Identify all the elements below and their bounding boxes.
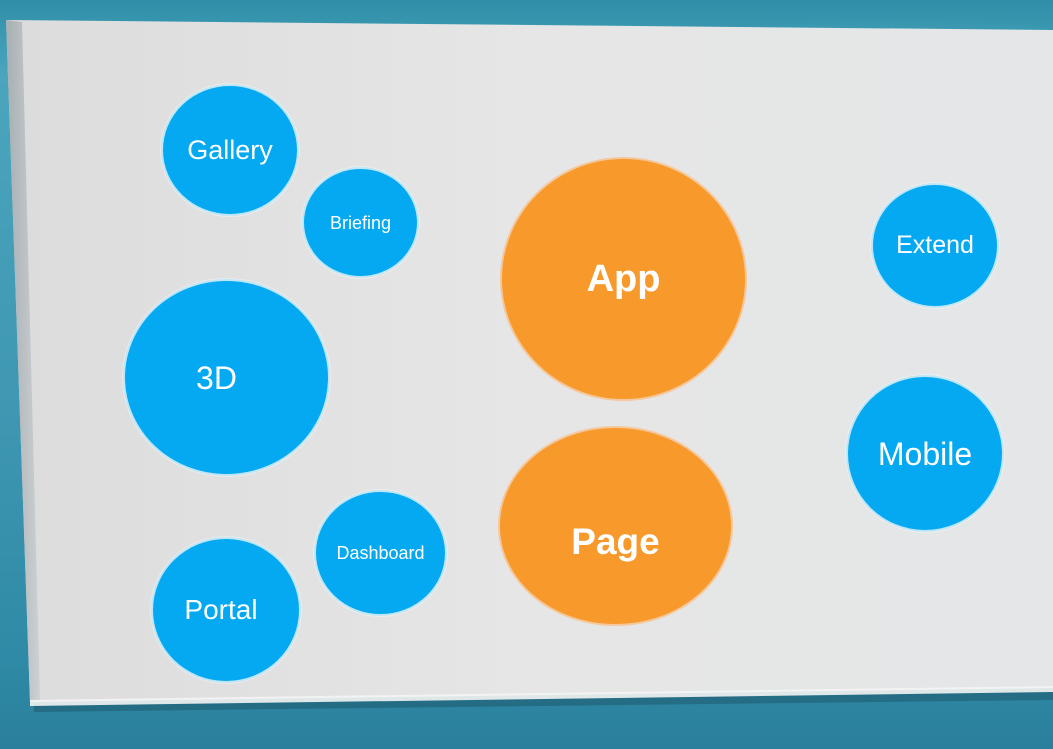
page-label: Page bbox=[571, 520, 660, 562]
dashboard-label: Dashboard bbox=[336, 543, 425, 563]
gallery-bubble[interactable]: Gallery bbox=[161, 84, 299, 216]
extend-label: Extend bbox=[896, 231, 974, 259]
briefing-label: Briefing bbox=[329, 212, 392, 233]
three-d-bubble[interactable]: 3D bbox=[123, 279, 330, 476]
portal-bubble[interactable]: Portal bbox=[151, 537, 301, 683]
dashboard-bubble[interactable]: Dashboard bbox=[314, 490, 447, 616]
extend-bubble[interactable]: Extend bbox=[871, 183, 999, 308]
app-label: App bbox=[586, 258, 661, 300]
three-d-label: 3D bbox=[196, 359, 237, 396]
briefing-bubble[interactable]: Briefing bbox=[302, 167, 419, 278]
app-bubble[interactable]: App bbox=[500, 157, 747, 401]
gallery-label: Gallery bbox=[187, 134, 273, 165]
mobile-bubble[interactable]: Mobile bbox=[846, 375, 1004, 532]
portal-label: Portal bbox=[184, 594, 258, 625]
page-bubble[interactable]: Page bbox=[498, 426, 733, 626]
mobile-label: Mobile bbox=[877, 435, 973, 472]
